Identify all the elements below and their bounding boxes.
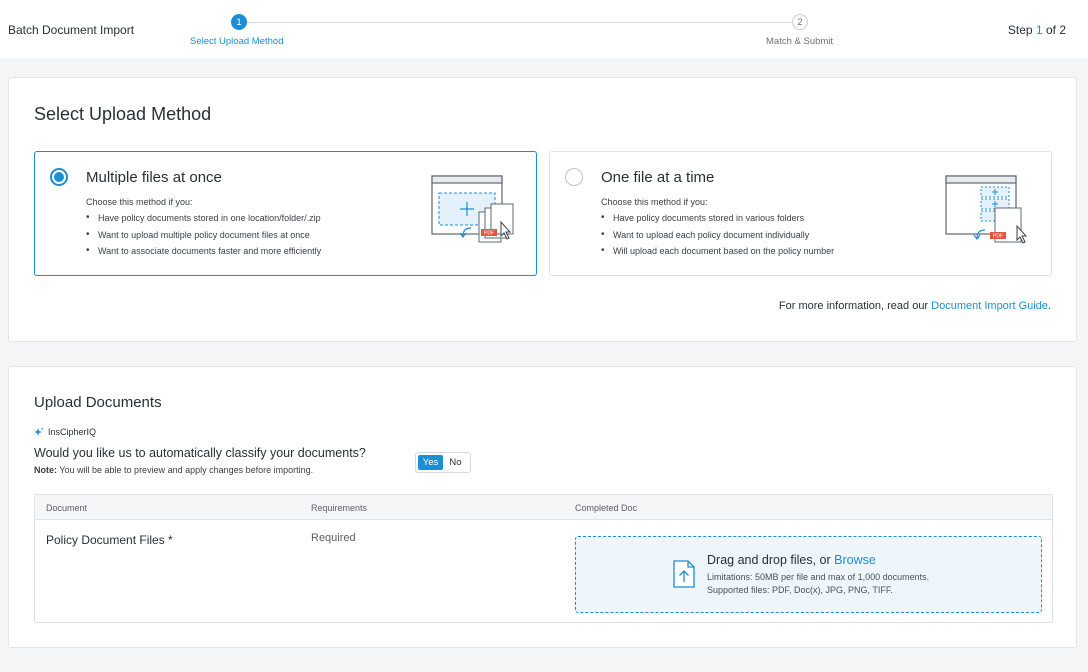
step-counter: Step 1 of 2: [1008, 23, 1066, 37]
pdf-badge: PDF: [484, 231, 494, 237]
step-2-indicator: 2: [792, 14, 808, 30]
column-header-requirements: Requirements: [311, 503, 368, 513]
section-title: Select Upload Method: [34, 104, 212, 124]
requirement-cell: Required: [311, 532, 356, 544]
column-header-completed-doc: Completed Doc: [575, 503, 638, 513]
file-upload-icon: [673, 560, 695, 588]
classify-note: Note: You will be able to preview and ap…: [34, 465, 313, 475]
option-criteria-list: Have policy documents stored in one loca…: [86, 212, 321, 263]
option-intro: Choose this method if you:: [86, 197, 193, 207]
sparkle-icon: [34, 427, 44, 436]
step-2-label: Match & Submit: [766, 36, 834, 47]
single-file-upload-illustration: PDF: [945, 175, 1028, 244]
ai-label: InsCipherIQ: [48, 427, 97, 437]
step-1-indicator: 1: [231, 14, 247, 30]
option-title: Multiple files at once: [86, 169, 222, 186]
step-counter-prefix: Step: [1007, 23, 1036, 37]
option-intro: Choose this method if you:: [601, 197, 708, 207]
list-item: Will upload each document based on the p…: [601, 245, 834, 263]
info-line: For more information, read our Document …: [779, 300, 1051, 312]
option-criteria-list: Have policy documents stored in various …: [601, 212, 834, 263]
pdf-badge: PDF: [993, 234, 1003, 240]
list-item: Want to associate documents faster and m…: [86, 245, 321, 263]
option-one-file[interactable]: One file at a time Choose this method if…: [549, 151, 1052, 276]
dropzone-supported-files: Supported files: PDF, Doc(x), JPG, PNG, …: [707, 585, 893, 595]
column-header-document: Document: [46, 503, 88, 513]
list-item: Want to upload multiple policy document …: [86, 229, 321, 247]
list-item: Want to upload each policy document indi…: [601, 229, 834, 247]
list-item: Have policy documents stored in various …: [601, 212, 834, 230]
toggle-no-button[interactable]: No: [443, 455, 468, 470]
upload-documents-card: Upload Documents InsCipherIQ Would you l…: [8, 366, 1077, 648]
dropzone-limitations: Limitations: 50MB per file and max of 1,…: [707, 572, 930, 582]
list-item: Have policy documents stored in one loca…: [86, 212, 321, 230]
multiple-files-upload-illustration: PDF: [431, 175, 514, 243]
classify-question: Would you like us to automatically class…: [34, 446, 366, 460]
classify-toggle[interactable]: Yes No: [415, 452, 471, 473]
document-name-cell: Policy Document Files *: [46, 533, 173, 547]
note-label: Note:: [34, 465, 57, 475]
dropzone-title: Drag and drop files, or Browse: [707, 553, 876, 567]
step-counter-suffix: of 2: [1042, 23, 1066, 37]
documents-table: Document Requirements Completed Doc Poli…: [34, 494, 1053, 623]
browse-link[interactable]: Browse: [834, 553, 876, 567]
step-1-label: Select Upload Method: [190, 36, 284, 47]
table-header: Document Requirements Completed Doc: [35, 495, 1052, 520]
stepper-line: [239, 22, 800, 23]
file-dropzone[interactable]: Drag and drop files, or Browse Limitatio…: [575, 536, 1042, 613]
option-title: One file at a time: [601, 169, 715, 186]
section-title: Upload Documents: [34, 394, 162, 411]
radio-one-file[interactable]: [565, 168, 583, 186]
radio-multiple-files[interactable]: [50, 168, 68, 186]
dropzone-title-text: Drag and drop files, or: [707, 553, 835, 567]
info-text: For more information, read our: [778, 300, 932, 312]
app-title: Batch Document Import: [8, 23, 135, 37]
ai-tag: InsCipherIQ: [34, 427, 96, 437]
top-bar: Batch Document Import 1 Select Upload Me…: [0, 0, 1088, 58]
upload-method-card: Select Upload Method Multiple files at o…: [8, 77, 1077, 342]
option-multiple-files[interactable]: Multiple files at once Choose this metho…: [34, 151, 537, 276]
note-text: You will be able to preview and apply ch…: [57, 465, 314, 475]
document-import-guide-link[interactable]: Document Import Guide: [931, 300, 1048, 312]
toggle-yes-button[interactable]: Yes: [418, 455, 443, 470]
info-suffix: .: [1047, 300, 1051, 312]
step-counter-current: 1: [1035, 23, 1043, 37]
